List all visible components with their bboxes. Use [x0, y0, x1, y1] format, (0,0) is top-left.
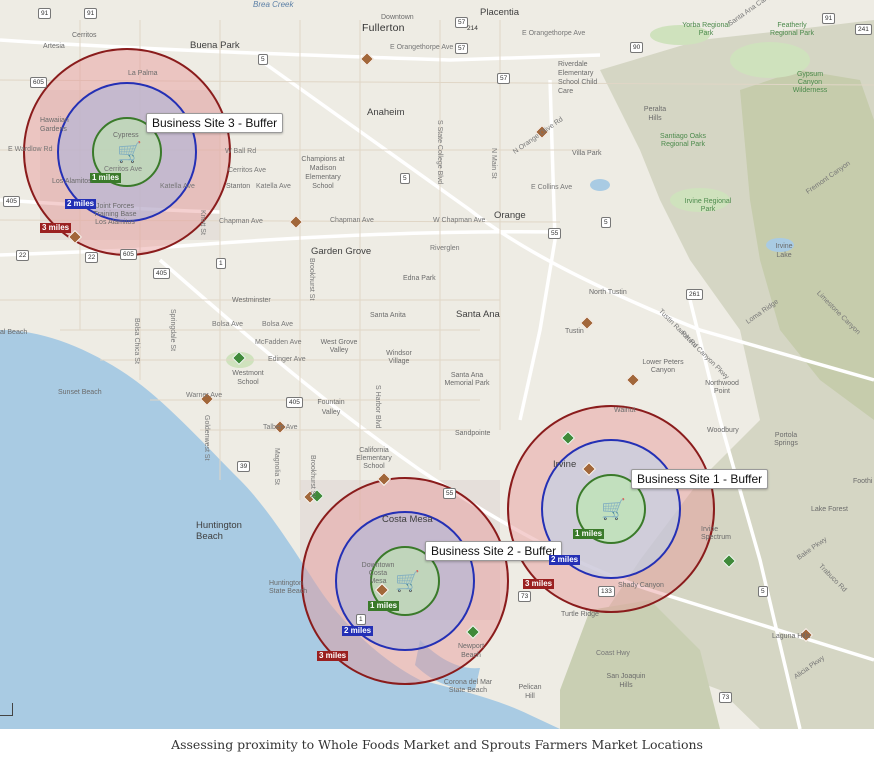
site1-ring-label-1: 1 miles [573, 529, 605, 539]
site2-ring-label-1: 1 miles [368, 601, 400, 611]
highway-shield: 22 [16, 250, 30, 261]
highway-shield: 55 [443, 488, 457, 499]
site1-ring-label-3: 3 miles [523, 579, 555, 589]
highway-shield: 1 [356, 614, 366, 625]
highway-shield: 57 [455, 43, 469, 54]
highway-shield: 91 [38, 8, 52, 19]
highway-shield: 22 [85, 252, 99, 263]
park-area [650, 25, 710, 45]
highway-shield: 91 [84, 8, 98, 19]
highway-shield: 405 [3, 196, 20, 207]
highway-shield: 1 [216, 258, 226, 269]
highway-shield: 5 [258, 54, 268, 65]
site2-callout[interactable]: Business Site 2 - Buffer [425, 541, 563, 561]
shopping-cart-icon[interactable]: 🛒 [601, 499, 626, 519]
highway-shield: 73 [518, 591, 532, 602]
highway-shield: 5 [601, 217, 611, 228]
highway-shield: 405 [153, 268, 170, 279]
site1-ring-label-2: 2 miles [549, 555, 581, 565]
map-view[interactable]: 🛒 🛒 🛒 Business Site 3 - Buffer Business … [0, 0, 874, 729]
shopping-cart-icon[interactable]: 🛒 [117, 142, 142, 162]
site3-callout[interactable]: Business Site 3 - Buffer [146, 113, 284, 133]
site3-ring-label-3: 3 miles [40, 223, 72, 233]
site3-ring-label-1: 1 miles [90, 173, 122, 183]
site2-ring-label-3: 3 miles [317, 651, 349, 661]
highway-shield: 5 [400, 173, 410, 184]
map-caption: Assessing proximity to Whole Foods Marke… [171, 737, 703, 752]
site3-ring-label-2: 2 miles [65, 199, 97, 209]
highway-shield: 241 [855, 24, 872, 35]
highway-shield: 605 [30, 77, 47, 88]
highway-shield: 261 [686, 289, 703, 300]
highway-shield: 605 [120, 249, 137, 260]
map-corner-marker [0, 703, 13, 716]
shopping-cart-icon[interactable]: 🛒 [395, 571, 420, 591]
reservoir [590, 179, 610, 191]
highway-shield: 55 [548, 228, 562, 239]
highway-shield: 39 [237, 461, 251, 472]
park-area [730, 42, 810, 78]
highway-shield: 133 [598, 586, 615, 597]
highway-shield: 90 [630, 42, 644, 53]
irvine-lake [766, 238, 794, 252]
highway-shield: 5 [758, 586, 768, 597]
park-area [670, 188, 730, 212]
highway-shield: 405 [286, 397, 303, 408]
highway-shield: 73 [719, 692, 733, 703]
highway-shield: 57 [497, 73, 511, 84]
highway-shield: 214 [467, 25, 478, 32]
basemap [0, 20, 874, 729]
site1-callout[interactable]: Business Site 1 - Buffer [631, 469, 769, 489]
site2-ring-label-2: 2 miles [342, 626, 374, 636]
highway-shield: 91 [822, 13, 836, 24]
